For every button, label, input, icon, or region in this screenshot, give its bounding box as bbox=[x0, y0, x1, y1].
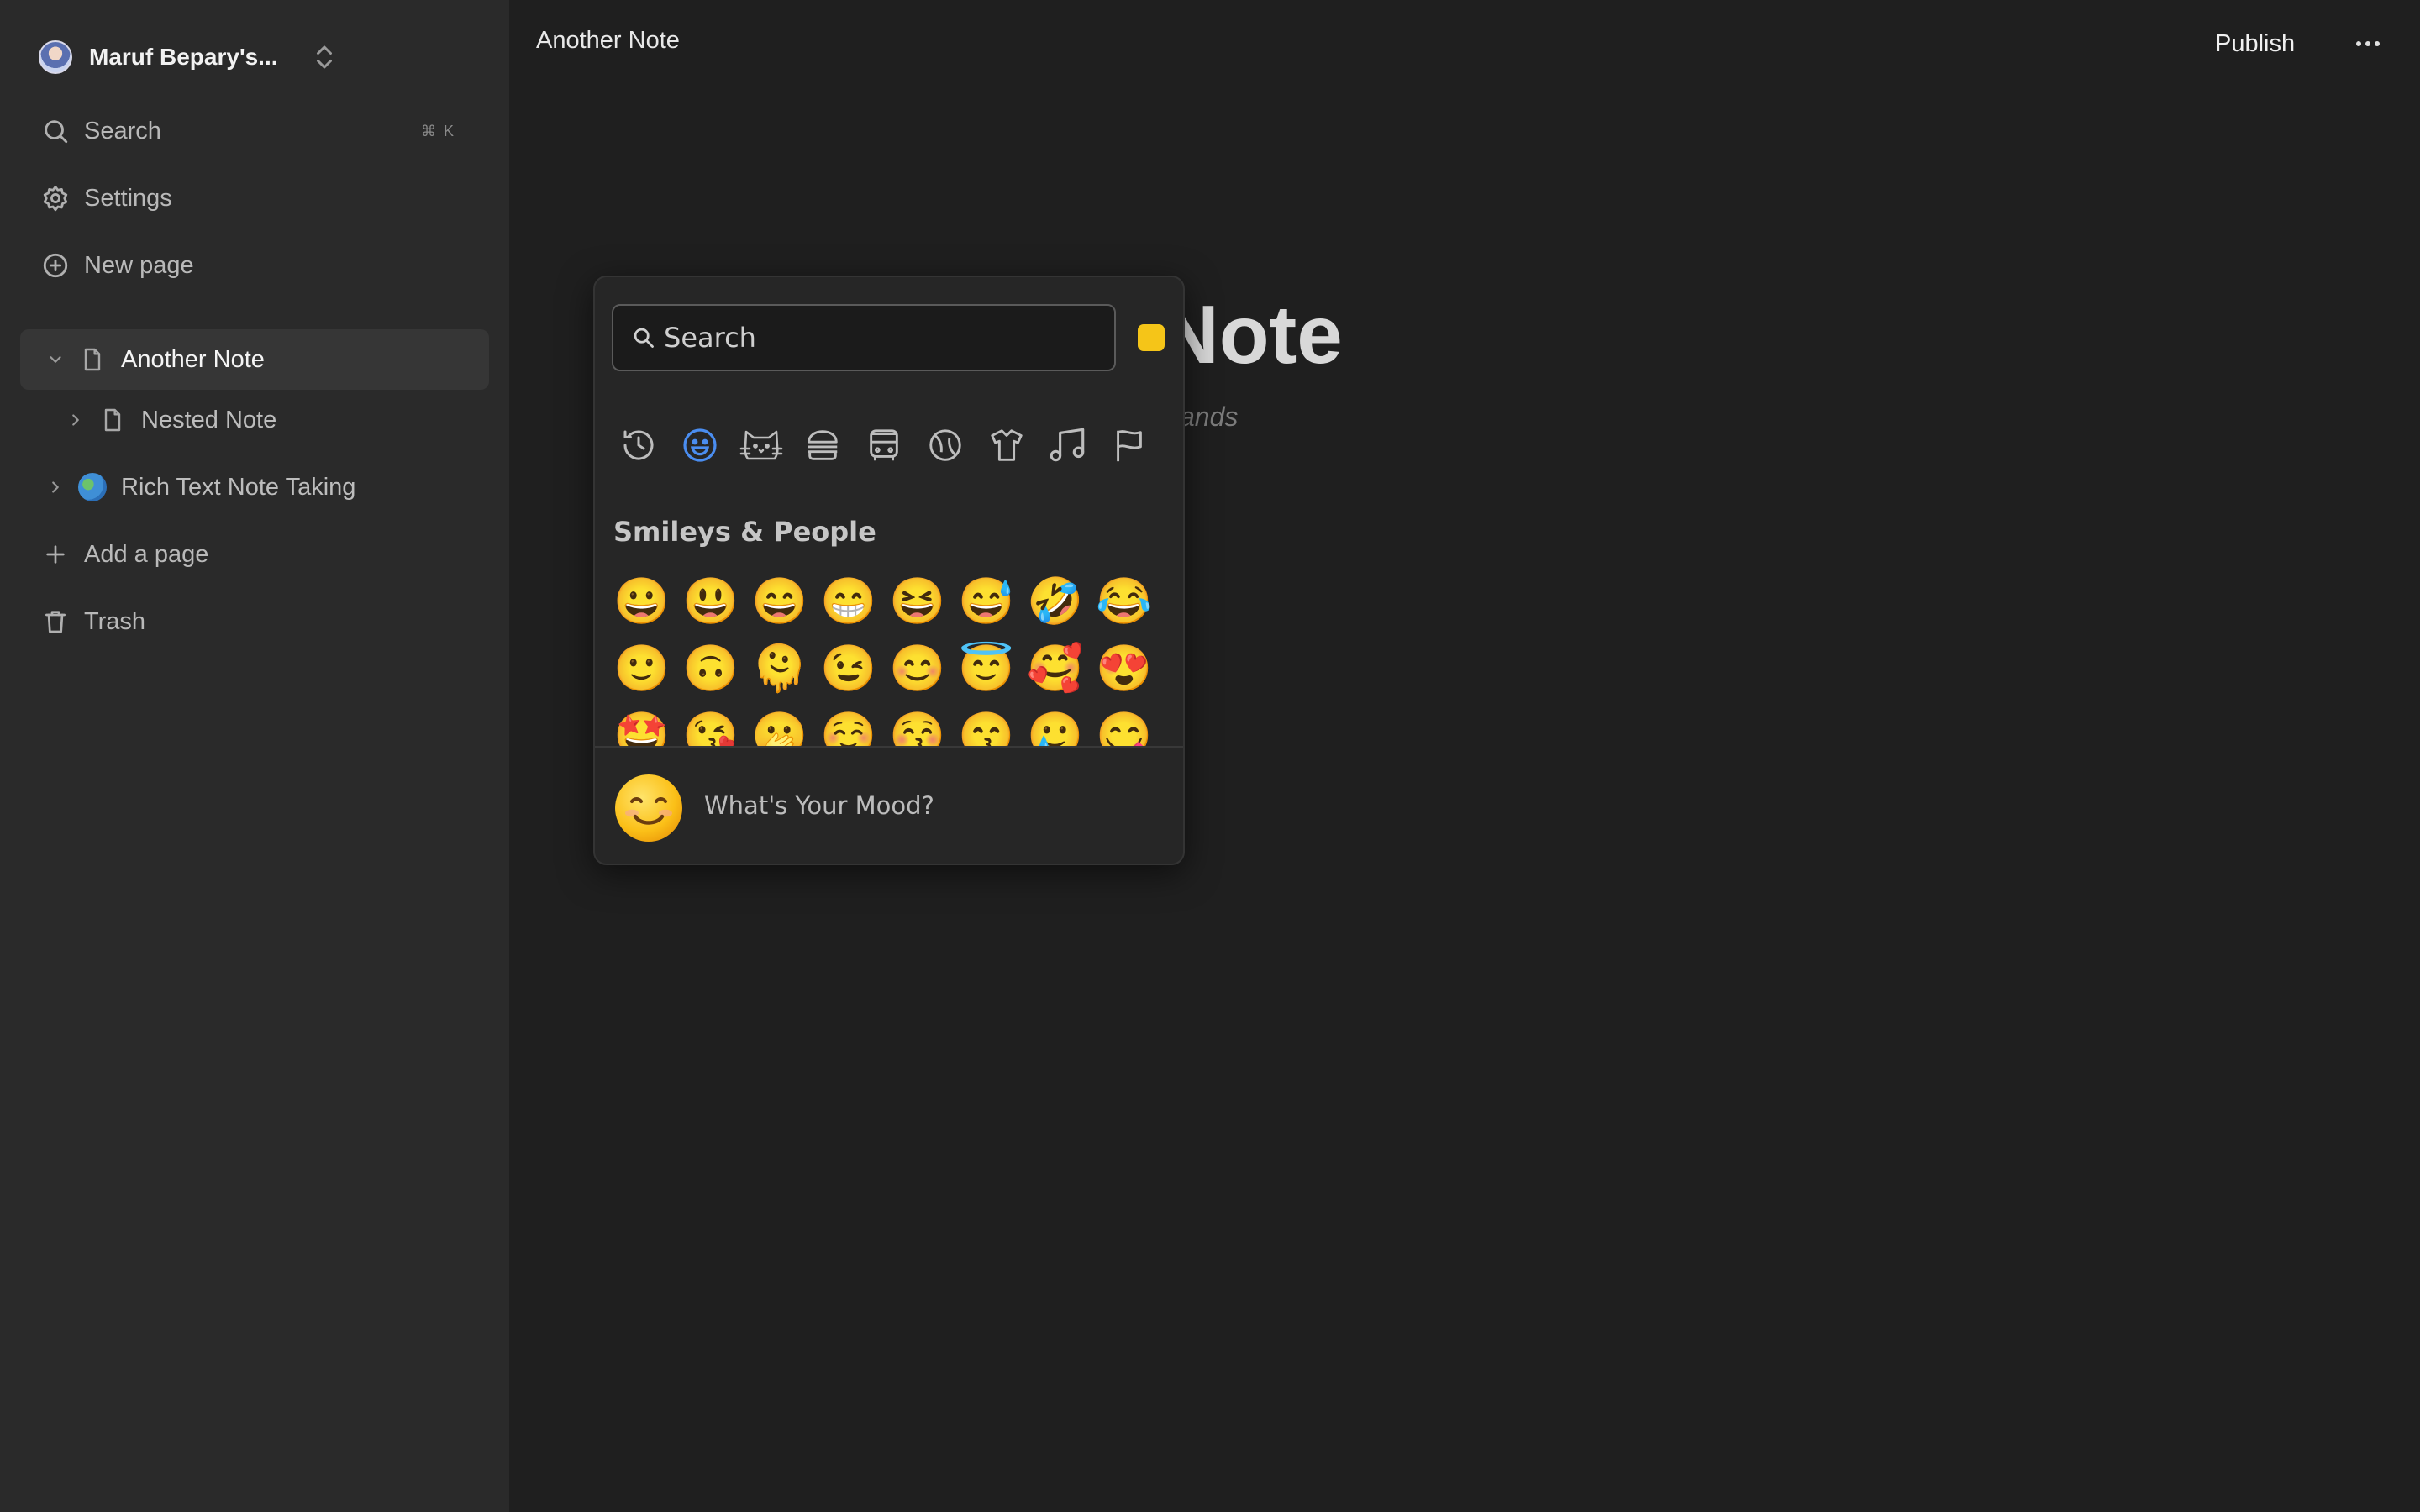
avatar bbox=[39, 40, 72, 74]
settings-label: Settings bbox=[84, 184, 172, 212]
emoji-cell[interactable]: 😋 bbox=[1091, 702, 1158, 746]
emoji-search-input[interactable] bbox=[662, 321, 1114, 354]
emoji-grid: 😀 😃 😄 😁 😆 😅 🤣 😂 🙂 🙃 🫠 😉 😊 😇 🥰 😍 🤩 😘 🫢 ☺️… bbox=[607, 568, 1175, 746]
shirt-icon[interactable] bbox=[983, 422, 1030, 469]
gear-icon bbox=[39, 181, 72, 215]
mood-prompt: What's Your Mood? bbox=[704, 791, 934, 820]
sidebar: Maruf Bepary's... Search ⌘ K Settings Ne… bbox=[0, 0, 509, 1512]
emoji-cell[interactable]: 🙂 bbox=[608, 635, 676, 702]
plus-icon bbox=[39, 538, 72, 571]
globe-icon bbox=[77, 472, 108, 502]
emoji-cell[interactable]: 😄 bbox=[746, 568, 813, 635]
emoji-cell[interactable]: 😃 bbox=[677, 568, 744, 635]
search-icon bbox=[39, 114, 72, 148]
sidebar-page-nested-note[interactable]: Nested Note bbox=[20, 390, 489, 450]
emoji-cell[interactable]: 😊 bbox=[884, 635, 951, 702]
search-icon bbox=[632, 325, 657, 350]
document-title[interactable]: Note bbox=[1160, 287, 1343, 382]
emoji-cell[interactable]: 😍 bbox=[1091, 635, 1158, 702]
music-icon[interactable] bbox=[1044, 422, 1092, 469]
emoji-cell[interactable]: 😀 bbox=[608, 568, 676, 635]
chevron-right-icon[interactable] bbox=[42, 474, 69, 501]
smiley-icon[interactable] bbox=[676, 422, 723, 469]
page-label: Another Note bbox=[121, 345, 265, 373]
chevron-right-icon[interactable] bbox=[62, 407, 89, 433]
bus-icon[interactable] bbox=[860, 422, 908, 469]
new-page-label: New page bbox=[84, 251, 194, 279]
smiling-face-icon bbox=[615, 774, 682, 842]
emoji-cell[interactable]: 😁 bbox=[815, 568, 882, 635]
chevron-up-down-icon[interactable] bbox=[309, 42, 339, 72]
emoji-cell[interactable]: 😅 bbox=[953, 568, 1020, 635]
cat-icon[interactable] bbox=[738, 422, 785, 469]
workspace-switcher[interactable]: Maruf Bepary's... bbox=[39, 39, 332, 76]
search-shortcut: ⌘ K bbox=[420, 122, 455, 139]
sidebar-settings[interactable]: Settings bbox=[22, 171, 489, 225]
skin-tone-button[interactable] bbox=[1138, 324, 1165, 351]
emoji-cell[interactable]: 🫠 bbox=[746, 635, 813, 702]
emoji-cell[interactable]: 😉 bbox=[815, 635, 882, 702]
emoji-cell[interactable]: ☺️ bbox=[815, 702, 882, 746]
emoji-cell[interactable]: 😘 bbox=[677, 702, 744, 746]
trash-icon bbox=[39, 605, 72, 638]
emoji-picker-footer: What's Your Mood? bbox=[595, 746, 1183, 864]
sidebar-page-rich-text-note-taking[interactable]: Rich Text Note Taking bbox=[20, 457, 489, 517]
add-page-label: Add a page bbox=[84, 540, 209, 568]
emoji-cell[interactable]: 😂 bbox=[1091, 568, 1158, 635]
document-breadcrumb-title: Another Note bbox=[536, 27, 680, 54]
emoji-cell[interactable]: 🥰 bbox=[1022, 635, 1089, 702]
ellipsis-icon[interactable] bbox=[2346, 18, 2390, 69]
emoji-cell[interactable]: 🤣 bbox=[1022, 568, 1089, 635]
emoji-cell[interactable]: 😚 bbox=[884, 702, 951, 746]
search-label: Search bbox=[84, 117, 161, 144]
plus-circle-icon bbox=[39, 249, 72, 282]
emoji-picker: Smileys & People 😀 😃 😄 😁 😆 😅 🤣 😂 🙂 🙃 🫠 😉… bbox=[593, 276, 1185, 865]
document-placeholder-hint: ands bbox=[1180, 402, 1239, 432]
recent-clock-icon[interactable] bbox=[615, 422, 662, 469]
emoji-cell[interactable]: 😇 bbox=[953, 635, 1020, 702]
burger-icon[interactable] bbox=[799, 422, 846, 469]
workspace-name: Maruf Bepary's... bbox=[89, 44, 278, 70]
emoji-cell[interactable]: 😆 bbox=[884, 568, 951, 635]
page-label: Rich Text Note Taking bbox=[121, 473, 356, 501]
sidebar-add-page[interactable]: Add a page bbox=[22, 528, 489, 581]
flag-icon[interactable] bbox=[1106, 422, 1153, 469]
page-icon bbox=[77, 344, 108, 375]
sidebar-page-another-note[interactable]: Another Note bbox=[20, 329, 489, 390]
emoji-cell[interactable]: 😙 bbox=[953, 702, 1020, 746]
trash-label: Trash bbox=[84, 607, 146, 635]
emoji-cell[interactable]: 🥲 bbox=[1022, 702, 1089, 746]
sidebar-new-page[interactable]: New page bbox=[22, 239, 489, 292]
emoji-category-bar bbox=[615, 422, 1170, 469]
publish-button[interactable]: Publish bbox=[2202, 18, 2308, 69]
chevron-down-icon[interactable] bbox=[42, 346, 69, 373]
emoji-section-title: Smileys & People bbox=[613, 516, 876, 548]
emoji-cell[interactable]: 🙃 bbox=[677, 635, 744, 702]
emoji-cell[interactable]: 🤩 bbox=[608, 702, 676, 746]
sidebar-search[interactable]: Search ⌘ K bbox=[22, 104, 489, 158]
page-label: Nested Note bbox=[141, 406, 277, 433]
emoji-search-box[interactable] bbox=[612, 304, 1116, 371]
ball-icon[interactable] bbox=[922, 422, 969, 469]
sidebar-trash[interactable]: Trash bbox=[22, 595, 489, 648]
page-icon bbox=[97, 405, 128, 435]
emoji-cell[interactable]: 🫢 bbox=[746, 702, 813, 746]
